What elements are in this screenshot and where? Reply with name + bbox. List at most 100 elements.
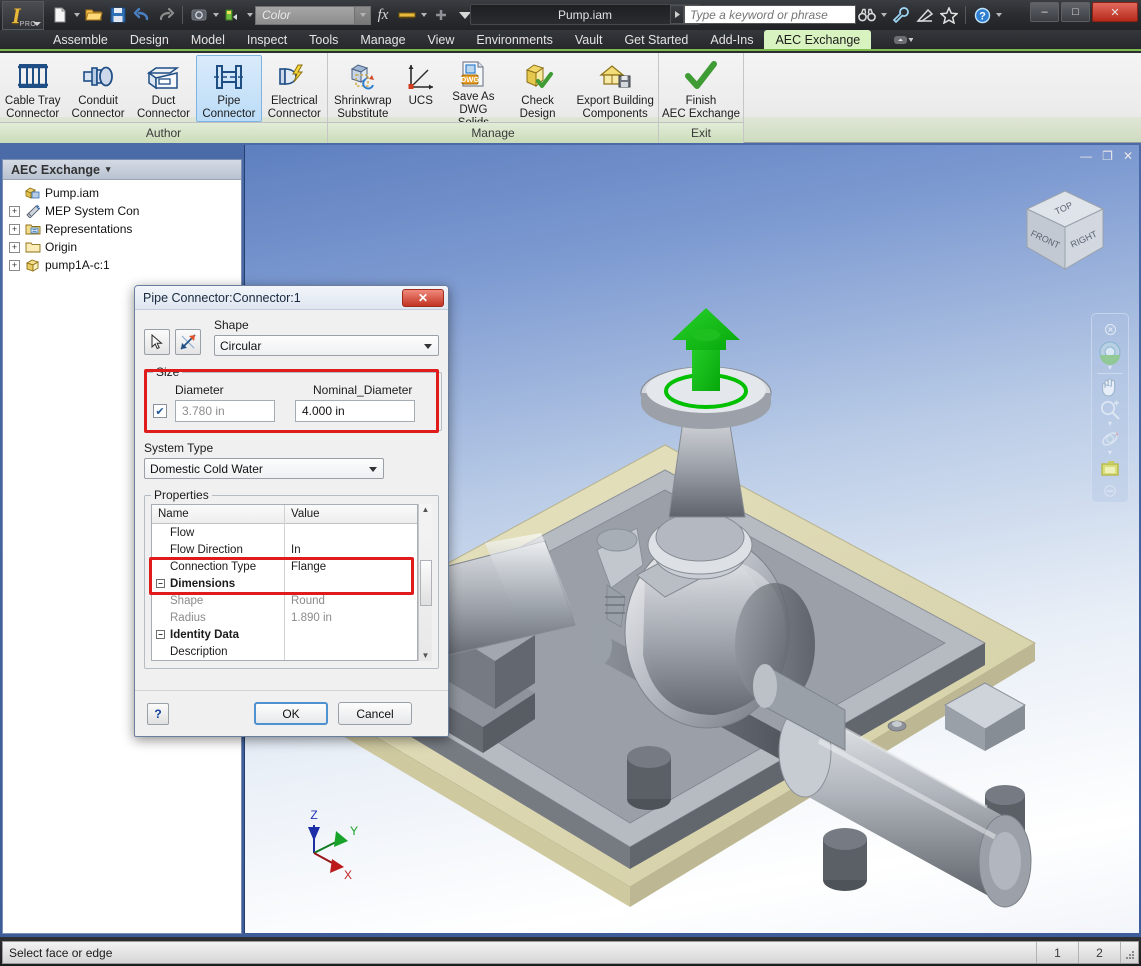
conduit-connector-button[interactable]: Conduit Connector (65, 55, 130, 122)
collapse-icon[interactable]: − (156, 579, 165, 588)
new-document-icon[interactable] (49, 4, 71, 26)
redo-icon[interactable] (155, 4, 177, 26)
pan-hand-icon[interactable] (1095, 376, 1125, 399)
shape-combobox[interactable]: Circular (214, 335, 439, 356)
scroll-down-icon[interactable]: ▼ (422, 651, 430, 660)
diameter-checkbox[interactable]: ✔ (153, 404, 167, 418)
look-at-icon[interactable] (1095, 456, 1125, 479)
check-design-button[interactable]: Check Design (503, 55, 573, 122)
satellite-dish-icon[interactable] (913, 5, 937, 25)
status-cell-2[interactable]: 2 (1078, 942, 1120, 963)
fx-parameters-icon[interactable]: fx (372, 4, 394, 26)
flip-direction-button[interactable] (175, 329, 201, 355)
tab-assemble[interactable]: Assemble (42, 30, 119, 49)
zoom-icon[interactable] (1095, 399, 1125, 422)
minimize-button[interactable]: – (1030, 2, 1059, 22)
close-icon[interactable] (1095, 318, 1125, 341)
table-row[interactable]: Connection Type Flange (152, 558, 417, 575)
ribbon-minimize-icon[interactable] (871, 30, 924, 49)
material-dropdown-icon[interactable] (421, 13, 427, 17)
status-cell-1[interactable]: 1 (1036, 942, 1078, 963)
table-row[interactable]: Shape Round (152, 592, 417, 609)
tab-view[interactable]: View (417, 30, 466, 49)
add-qat-icon[interactable] (430, 4, 452, 26)
undo-icon[interactable] (131, 4, 153, 26)
tree-node-origin[interactable]: + Origin (7, 238, 241, 256)
view-cube[interactable]: TOP FRONT RIGHT (1019, 185, 1111, 277)
update-icon[interactable] (188, 4, 210, 26)
dialog-help-button[interactable]: ? (147, 702, 169, 725)
dialog-close-button[interactable]: ✕ (402, 288, 444, 307)
table-row[interactable]: Radius 1.890 in (152, 609, 417, 626)
table-row[interactable]: Description (152, 643, 417, 660)
chevron-down-icon[interactable]: ▾ (106, 164, 111, 175)
export-building-components-button[interactable]: Export Building Components (572, 55, 658, 122)
binoculars-dropdown-icon[interactable] (881, 13, 887, 17)
viewport-close-button[interactable]: ✕ (1123, 149, 1133, 163)
open-folder-icon[interactable] (83, 4, 105, 26)
help-dropdown-icon[interactable] (996, 13, 1002, 17)
resize-grip-icon[interactable] (1120, 942, 1138, 963)
orbit-icon[interactable] (1095, 428, 1125, 451)
tree-expander-icon[interactable]: + (9, 259, 20, 271)
close-button[interactable]: ✕ (1092, 2, 1138, 22)
tree-expander-icon[interactable]: + (9, 205, 20, 217)
cable-tray-connector-button[interactable]: Cable Tray Connector (0, 55, 65, 122)
color-dropdown-icon[interactable] (355, 5, 371, 25)
search-dropdown-icon[interactable] (670, 5, 684, 24)
diameter-field[interactable]: 3.780 in (175, 400, 275, 422)
finish-aec-exchange-button[interactable]: Finish AEC Exchange (659, 55, 743, 122)
browser-header[interactable]: AEC Exchange ▾ (3, 160, 241, 180)
tree-node-representations[interactable]: + Representations (7, 220, 241, 238)
inventor-logo-button[interactable]: I PRO (2, 0, 44, 30)
tab-environments[interactable]: Environments (465, 30, 563, 49)
system-type-combobox[interactable]: Domestic Cold Water (144, 458, 384, 479)
tree-node-pump-iam[interactable]: Pump.iam (7, 184, 241, 202)
cancel-button[interactable]: Cancel (338, 702, 412, 725)
dialog-title-bar[interactable]: Pipe Connector:Connector:1 ✕ (135, 286, 448, 310)
tab-design[interactable]: Design (119, 30, 180, 49)
collapse-icon[interactable]: − (156, 630, 165, 639)
search-input[interactable] (684, 5, 856, 24)
color-selector[interactable]: Color (255, 5, 355, 25)
update-dropdown-icon[interactable] (213, 13, 219, 17)
tab-model[interactable]: Model (180, 30, 236, 49)
tab-manage[interactable]: Manage (349, 30, 416, 49)
new-document-dropdown-icon[interactable] (74, 13, 80, 17)
tree-expander-icon[interactable]: + (9, 223, 20, 235)
table-row[interactable]: − Dimensions (152, 575, 417, 592)
save-as-dwg-solids-button[interactable]: DWG Save As DWG Solids (444, 55, 503, 129)
help-icon[interactable]: ? (970, 5, 994, 25)
save-icon[interactable] (107, 4, 129, 26)
nominal-diameter-field[interactable]: 4.000 in (295, 400, 415, 422)
appearance-dropdown-icon[interactable] (247, 13, 253, 17)
steering-wheel-dropdown-icon[interactable]: ▾ (1108, 363, 1112, 371)
maximize-button[interactable]: □ (1061, 2, 1090, 22)
tab-tools[interactable]: Tools (298, 30, 349, 49)
table-row[interactable]: − Identity Data (152, 626, 417, 643)
viewport-restore-button[interactable]: ❐ (1102, 149, 1113, 163)
tree-node-pump1a-c1[interactable]: + pump1A-c:1 (7, 256, 241, 274)
tree-node-mep-system-connectors[interactable]: + MEP System Con (7, 202, 241, 220)
scroll-up-icon[interactable]: ▲ (422, 505, 430, 514)
tab-inspect[interactable]: Inspect (236, 30, 298, 49)
ok-button[interactable]: OK (254, 702, 328, 725)
tab-get-started[interactable]: Get Started (613, 30, 699, 49)
table-row[interactable]: Flow Direction In (152, 541, 417, 558)
viewport-minimize-button[interactable]: — (1080, 149, 1092, 163)
star-icon[interactable] (937, 5, 961, 25)
tree-expander-icon[interactable]: + (9, 241, 20, 253)
scrollbar-thumb[interactable] (419, 559, 432, 606)
chevron-down-icon[interactable] (33, 21, 41, 26)
tab-aec-exchange[interactable]: AEC Exchange (764, 30, 872, 49)
appearance-icon[interactable] (222, 4, 244, 26)
ucs-button[interactable]: UCS (398, 55, 444, 122)
duct-connector-button[interactable]: Duct Connector (131, 55, 196, 122)
table-row[interactable]: Flow (152, 524, 417, 541)
tab-vault[interactable]: Vault (564, 30, 614, 49)
electrical-connector-button[interactable]: Electrical Connector (262, 55, 327, 122)
tab-add-ins[interactable]: Add-Ins (699, 30, 764, 49)
select-face-button[interactable] (144, 329, 170, 355)
material-icon[interactable] (396, 4, 418, 26)
properties-scrollbar[interactable]: ▲ ▼ (418, 504, 432, 661)
